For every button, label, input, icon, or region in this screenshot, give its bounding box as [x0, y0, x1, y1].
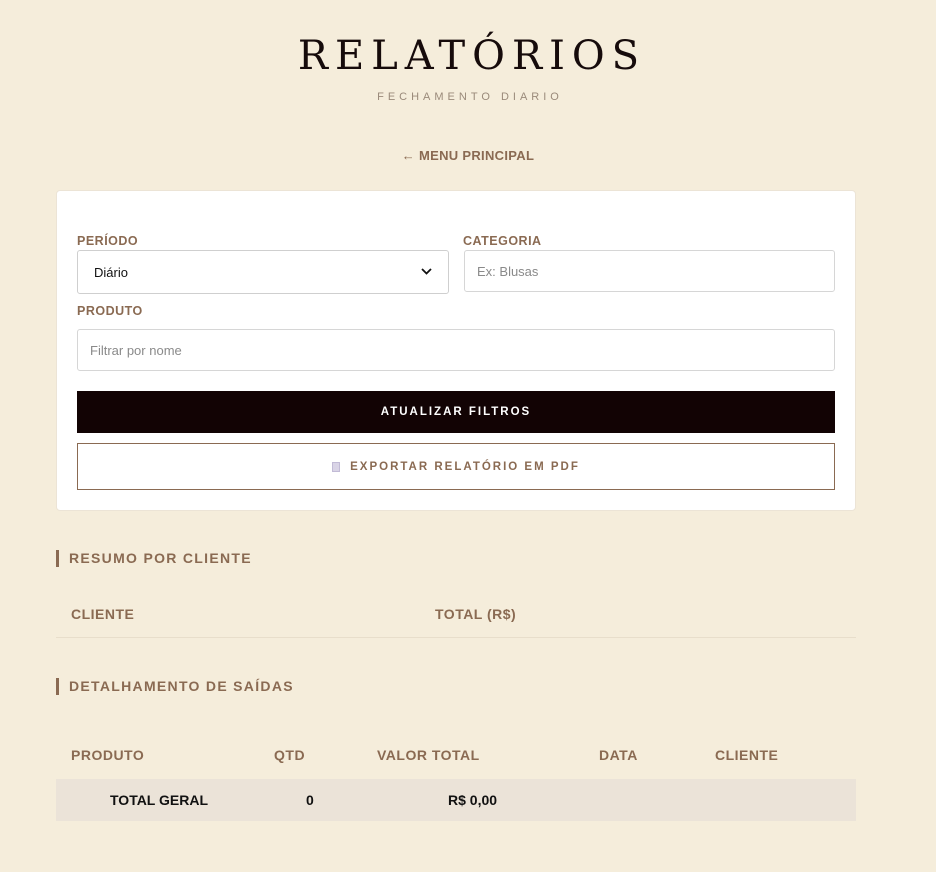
chevron-down-icon: [421, 266, 432, 278]
document-icon: [332, 461, 341, 472]
export-pdf-button[interactable]: EXPORTAR RELATÓRIO EM PDF: [77, 443, 835, 490]
outputs-detail-title: DETALHAMENTO DE SAÍDAS: [56, 678, 294, 695]
client-summary-title: RESUMO POR CLIENTE: [56, 550, 252, 567]
table-divider: [56, 637, 856, 638]
export-pdf-label: EXPORTAR RELATÓRIO EM PDF: [350, 460, 580, 473]
category-input[interactable]: Ex: Blusas: [464, 250, 835, 292]
category-label: CATEGORIA: [463, 234, 542, 248]
update-filters-label: ATUALIZAR FILTROS: [380, 406, 532, 418]
period-label: PERÍODO: [77, 234, 139, 248]
grand-total-row: TOTAL GERAL 0 R$ 0,00: [56, 779, 856, 821]
category-input-placeholder: Ex: Blusas: [477, 263, 539, 279]
grand-total-qty: 0: [306, 792, 314, 808]
column-header-client: CLIENTE: [71, 606, 135, 622]
back-to-main-menu-link[interactable]: ← MENU PRINCIPAL: [0, 148, 936, 163]
page-header: RELATÓRIOS FECHAMENTO DIARIO: [0, 0, 936, 103]
product-label: PRODUTO: [77, 304, 143, 318]
column-header-customer: CLIENTE: [715, 747, 779, 763]
grand-total-label: TOTAL GERAL: [110, 792, 208, 808]
column-header-qty: QTD: [274, 747, 306, 763]
period-select-value: Diário: [94, 264, 128, 280]
grand-total-value: R$ 0,00: [448, 792, 498, 808]
product-input[interactable]: Filtrar por nome: [77, 329, 835, 371]
page-subtitle: FECHAMENTO DIARIO: [377, 91, 563, 103]
period-select[interactable]: Diário: [77, 250, 449, 294]
page-title: RELATÓRIOS: [297, 33, 647, 79]
column-header-date: DATA: [599, 747, 638, 763]
product-input-placeholder: Filtrar por nome: [90, 342, 182, 358]
filters-card: PERÍODO Diário CATEGORIA Ex: Blusas PROD…: [56, 190, 856, 511]
column-header-product: PRODUTO: [71, 747, 145, 763]
column-header-total: TOTAL (R$): [435, 606, 517, 622]
update-filters-button[interactable]: ATUALIZAR FILTROS: [77, 391, 835, 433]
column-header-total-value: VALOR TOTAL: [377, 747, 480, 763]
